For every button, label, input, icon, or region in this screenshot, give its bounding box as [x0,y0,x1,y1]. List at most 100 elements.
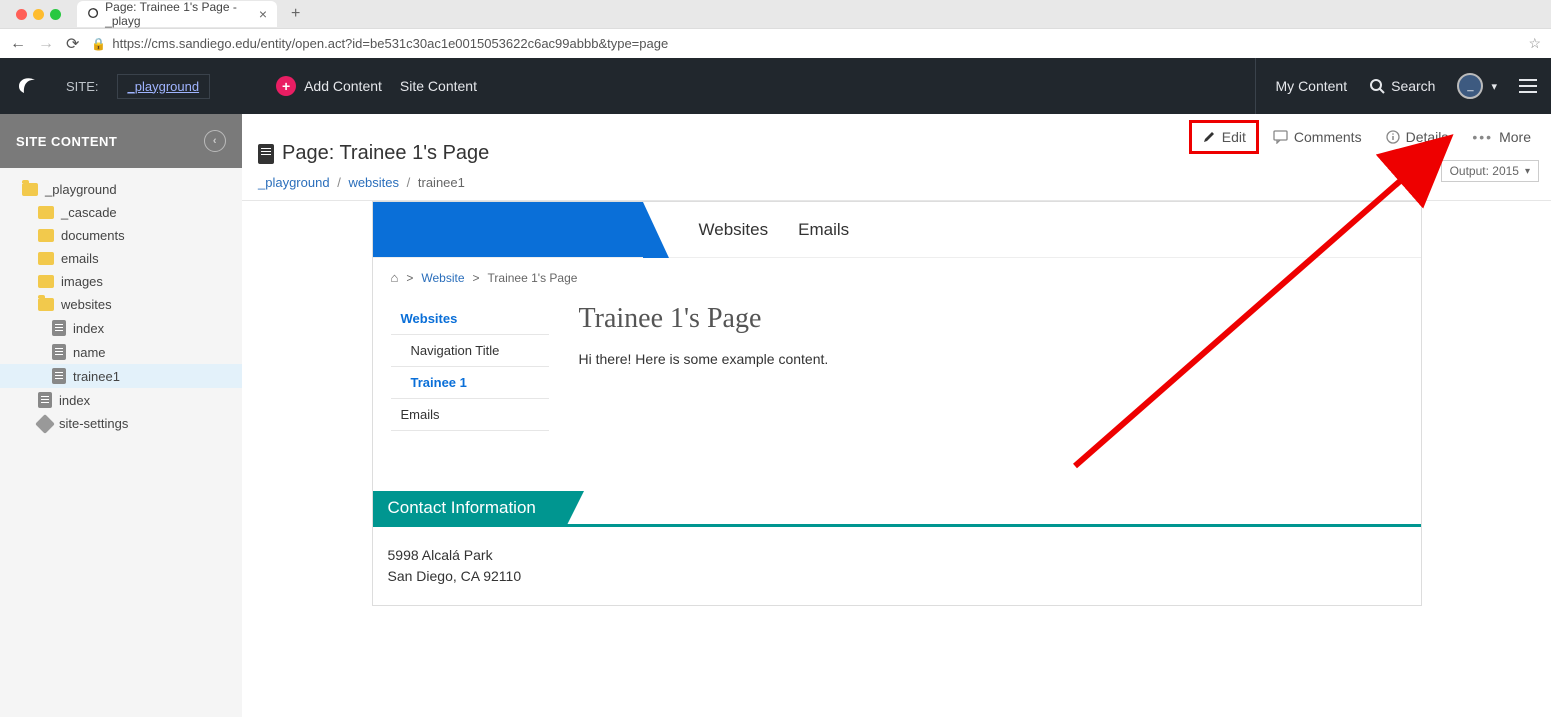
window-controls[interactable] [8,9,69,20]
preview-heading: Trainee 1's Page [579,303,829,335]
tree-block-site-settings[interactable]: site-settings [0,412,242,435]
preview-crumb-website[interactable]: Website [421,271,464,285]
file-icon [52,320,66,336]
browser-tab[interactable]: Page: Trainee 1's Page - _playg × [77,1,277,27]
output-selector[interactable]: Output: 2015 ▾ [1441,160,1539,182]
preview-brand-block [373,202,643,257]
sidebar-title: SITE CONTENT [16,134,117,149]
chevron-down-icon: ▾ [1525,166,1530,177]
maximize-window-icon[interactable] [50,9,61,20]
chevron-down-icon: ▾ [1491,80,1497,93]
tree-page-index-root[interactable]: index [0,388,242,412]
tree-folder-emails[interactable]: emails [0,247,242,270]
preview-side-navtitle[interactable]: Navigation Title [391,335,549,367]
user-menu[interactable]: _ ▾ [1457,73,1497,99]
sidebar-header: SITE CONTENT ‹ [0,114,242,168]
file-icon [38,392,52,408]
browser-chrome: Page: Trainee 1's Page - _playg × + ← → … [0,0,1551,58]
preview-body-text: Hi there! Here is some example content. [579,351,829,367]
edit-button[interactable]: Edit [1189,120,1259,154]
details-button[interactable]: Details [1376,123,1459,151]
file-icon [52,344,66,360]
preview-side-emails[interactable]: Emails [391,399,549,431]
tree-page-name[interactable]: name [0,340,242,364]
site-label: SITE: [66,79,99,94]
bookmark-icon[interactable]: ☆ [1528,35,1541,52]
folder-icon [38,252,54,265]
main-menu-button[interactable] [1519,79,1537,93]
info-icon [1386,130,1400,144]
my-content-link[interactable]: My Content [1276,78,1348,94]
app-bar: SITE: _playground + Add Content Site Con… [0,58,1551,114]
preview-topnav: Websites Emails [373,202,1421,258]
preview-side-trainee[interactable]: Trainee 1 [391,367,549,399]
tree-folder-documents[interactable]: documents [0,224,242,247]
address-bar: ← → ⟳ 🔒 https://cms.sandiego.edu/entity/… [0,28,1551,58]
crumb-websites[interactable]: websites [348,175,399,190]
page-icon [258,144,274,164]
content-tree: _playground _cascade documents emails im… [0,168,242,445]
folder-open-icon [22,183,38,196]
search-label: Search [1391,78,1435,94]
preview-sidenav: Websites Navigation Title Trainee 1 Emai… [391,303,549,431]
add-content-label: Add Content [304,78,382,94]
page-preview: Websites Emails ⌂ > Website > Trainee 1'… [372,201,1422,606]
avatar-icon: _ [1457,73,1483,99]
more-button[interactable]: ••• More [1462,123,1541,151]
site-content-link[interactable]: Site Content [400,78,477,94]
breadcrumb: _playground / websites / trainee1 [242,175,1551,201]
site-selector[interactable]: _playground [117,74,211,99]
favicon-icon [87,7,99,21]
app-logo-icon[interactable] [14,72,42,100]
preview-side-websites[interactable]: Websites [391,303,549,335]
file-icon [52,368,66,384]
comment-icon [1273,130,1288,144]
close-window-icon[interactable] [16,9,27,20]
crumb-current: trainee1 [418,175,465,190]
dots-icon: ••• [1472,129,1493,145]
sidebar: SITE CONTENT ‹ _playground _cascade docu… [0,114,242,717]
url-field[interactable]: 🔒 https://cms.sandiego.edu/entity/open.a… [91,36,1516,51]
preview-contact-section: Contact Information 5998 Alcalá Park San… [373,491,1421,605]
add-content-button[interactable]: + Add Content [276,76,382,96]
folder-icon [38,229,54,242]
tree-folder-websites[interactable]: websites [0,293,242,316]
forward-button[interactable]: → [38,35,54,53]
page-title: Page: Trainee 1's Page [282,142,489,165]
preview-address-line2: San Diego, CA 92110 [388,566,1406,587]
plus-icon: + [276,76,296,96]
tab-title: Page: Trainee 1's Page - _playg [105,0,253,28]
block-icon [35,414,55,434]
new-tab-button[interactable]: + [285,5,306,23]
pencil-icon [1202,130,1216,144]
tree-folder-cascade[interactable]: _cascade [0,201,242,224]
reload-button[interactable]: ⟳ [66,34,79,54]
tree-page-index[interactable]: index [0,316,242,340]
search-icon [1369,78,1385,94]
tree-folder-playground[interactable]: _playground [0,178,242,201]
tree-folder-images[interactable]: images [0,270,242,293]
close-tab-icon[interactable]: × [259,6,267,22]
preview-content: Trainee 1's Page Hi there! Here is some … [579,303,829,431]
crumb-playground[interactable]: _playground [258,175,330,190]
comments-button[interactable]: Comments [1263,123,1372,151]
tree-page-trainee1[interactable]: trainee1 [0,364,242,388]
preview-contact-header: Contact Information [373,491,566,524]
collapse-sidebar-button[interactable]: ‹ [204,130,226,152]
search-button[interactable]: Search [1369,78,1435,94]
tab-strip: Page: Trainee 1's Page - _playg × + [0,0,1551,28]
folder-open-icon [38,298,54,311]
preview-nav-websites[interactable]: Websites [699,220,769,240]
preview-breadcrumb: ⌂ > Website > Trainee 1's Page [373,258,1421,293]
back-button[interactable]: ← [10,35,26,53]
url-text: https://cms.sandiego.edu/entity/open.act… [112,36,668,51]
main-content: Edit Comments Details ••• More Page: Tra… [242,114,1551,717]
action-row: Edit Comments Details ••• More [1189,120,1541,154]
preview-address-line1: 5998 Alcalá Park [388,545,1406,566]
minimize-window-icon[interactable] [33,9,44,20]
preview-crumb-current: Trainee 1's Page [488,271,578,285]
lock-icon: 🔒 [91,37,106,51]
preview-nav-emails[interactable]: Emails [798,220,849,240]
folder-icon [38,206,54,219]
home-icon[interactable]: ⌂ [391,270,399,285]
